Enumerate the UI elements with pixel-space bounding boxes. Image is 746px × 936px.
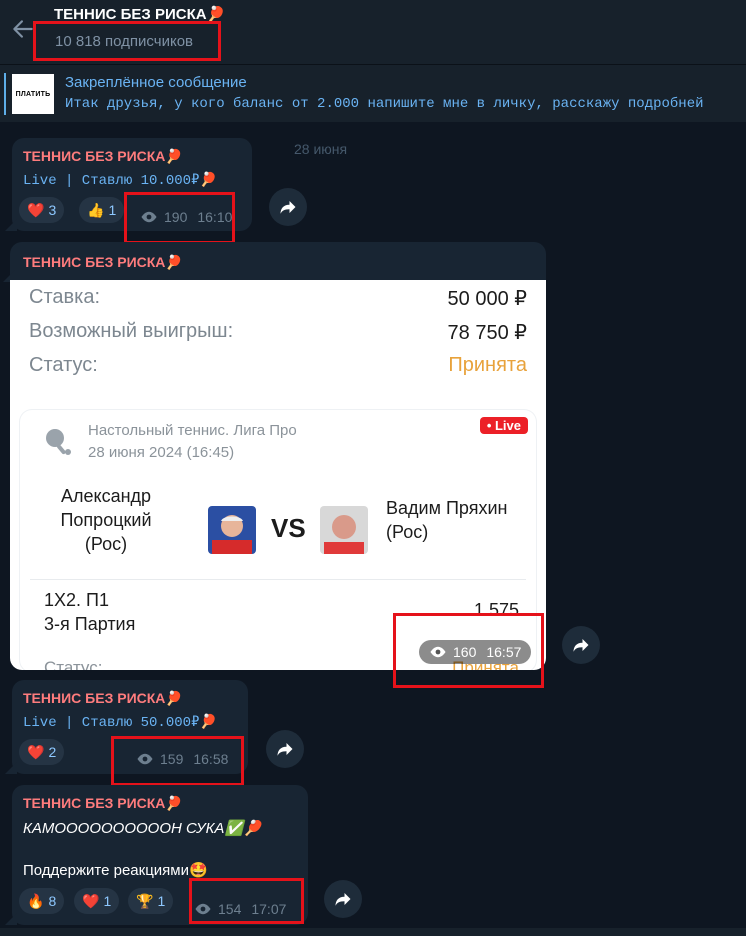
player2-name: Вадим Пряхин (Рос): [386, 496, 507, 544]
reaction-count: 8: [48, 893, 57, 909]
bet-type-line: 3-я Партия: [44, 614, 136, 634]
reaction-trophy[interactable]: 🏆 1: [128, 888, 174, 914]
stake-value: 50 000 ₽: [447, 288, 527, 310]
reaction-count: 1: [103, 893, 112, 909]
share-button[interactable]: [266, 730, 304, 768]
thumbs-up-icon: 👍: [87, 201, 105, 218]
player1-avatar: [208, 506, 256, 554]
pinned-message-bar[interactable]: ПЛАТИТЬ Закреплённое сообщение Итак друз…: [0, 64, 746, 122]
message-sender[interactable]: ТЕННИС БЕЗ РИСКА🏓: [23, 795, 183, 812]
message-bubble[interactable]: ТЕННИС БЕЗ РИСКА🏓: [10, 242, 546, 282]
divider: [30, 579, 526, 580]
highlight-box: [124, 192, 235, 244]
reaction-heart[interactable]: ❤️ 1: [74, 888, 120, 914]
match-date: 28 июня 2024 (16:45): [88, 444, 235, 461]
stake-label: Ставка:: [29, 286, 100, 308]
pinned-title: Закреплённое сообщение: [65, 74, 247, 91]
highlight-box: [33, 21, 221, 61]
reaction-count: 2: [48, 744, 57, 760]
reaction-count: 1: [157, 893, 166, 909]
reaction-count: 3: [48, 202, 57, 218]
share-button[interactable]: [562, 626, 600, 664]
player2-line: Вадим Пряхин: [386, 498, 508, 518]
heart-icon: ❤️: [82, 892, 100, 909]
message-text: Live | Ставлю 10.000₽🏓: [23, 173, 217, 189]
date-separator: 28 июня: [294, 141, 348, 157]
win-value: 78 750 ₽: [447, 322, 527, 344]
message-text: Поддержите реакциями🤩: [23, 862, 208, 879]
table-tennis-icon: [46, 429, 71, 455]
reaction-heart[interactable]: ❤️ 2: [19, 739, 65, 765]
player1-name: Александр Попроцкий (Рос): [40, 484, 172, 556]
message-text: Live | Ставлю 50.000₽🏓: [23, 715, 217, 731]
message-sender[interactable]: ТЕННИС БЕЗ РИСКА🏓: [23, 254, 183, 271]
highlight-box: [189, 878, 304, 924]
message-text-italic: КАМООООООООООН СУКА✅🏓: [23, 820, 262, 837]
reaction-fire[interactable]: 🔥 8: [19, 888, 65, 914]
share-button[interactable]: [324, 880, 362, 918]
player2-avatar: [320, 506, 368, 554]
live-badge: • Live: [479, 417, 528, 434]
player1-line: Попроцкий: [60, 510, 152, 530]
share-arrow-icon: [277, 743, 293, 756]
win-label: Возможный выигрыш:: [29, 320, 234, 342]
share-button[interactable]: [269, 188, 307, 226]
reaction-heart[interactable]: ❤️ 3: [19, 197, 65, 223]
trophy-icon: 🏆: [136, 892, 154, 909]
highlight-box: [393, 613, 544, 688]
reaction-thumbs-up[interactable]: 👍 1: [79, 197, 125, 223]
fire-icon: 🔥: [27, 892, 45, 909]
status-label: Статус:: [29, 354, 98, 376]
heart-icon: ❤️: [27, 743, 45, 760]
bet-type-line: 1X2. П1: [44, 590, 109, 610]
status-value: Принята: [448, 354, 527, 376]
bottom-edge: [0, 928, 746, 936]
pinned-indicator: [4, 73, 6, 115]
message-sender[interactable]: ТЕННИС БЕЗ РИСКА🏓: [23, 148, 183, 165]
reaction-count: 1: [108, 202, 117, 218]
share-arrow-icon: [335, 893, 351, 906]
highlight-box: [111, 736, 244, 786]
player2-line: (Рос): [386, 522, 429, 542]
bet-slip-image[interactable]: Ставка: 50 000 ₽ Возможный выигрыш: 78 7…: [10, 280, 546, 670]
player1-line: (Рос): [84, 534, 128, 554]
pinned-text: Итак друзья, у кого баланс от 2.000 напи…: [65, 96, 704, 112]
heart-icon: ❤️: [27, 201, 45, 218]
versus-label: VS: [271, 513, 306, 543]
share-arrow-icon: [280, 201, 296, 214]
pinned-thumbnail: ПЛАТИТЬ: [12, 74, 54, 114]
bet-type: 1X2. П1 3-я Партия: [44, 588, 135, 636]
message-sender[interactable]: ТЕННИС БЕЗ РИСКА🏓: [23, 690, 183, 707]
status2-label: Статус:: [44, 658, 103, 670]
share-arrow-icon: [573, 639, 589, 652]
league-name: Настольный теннис. Лига Про: [88, 422, 297, 439]
player1-line: Александр: [60, 486, 152, 506]
